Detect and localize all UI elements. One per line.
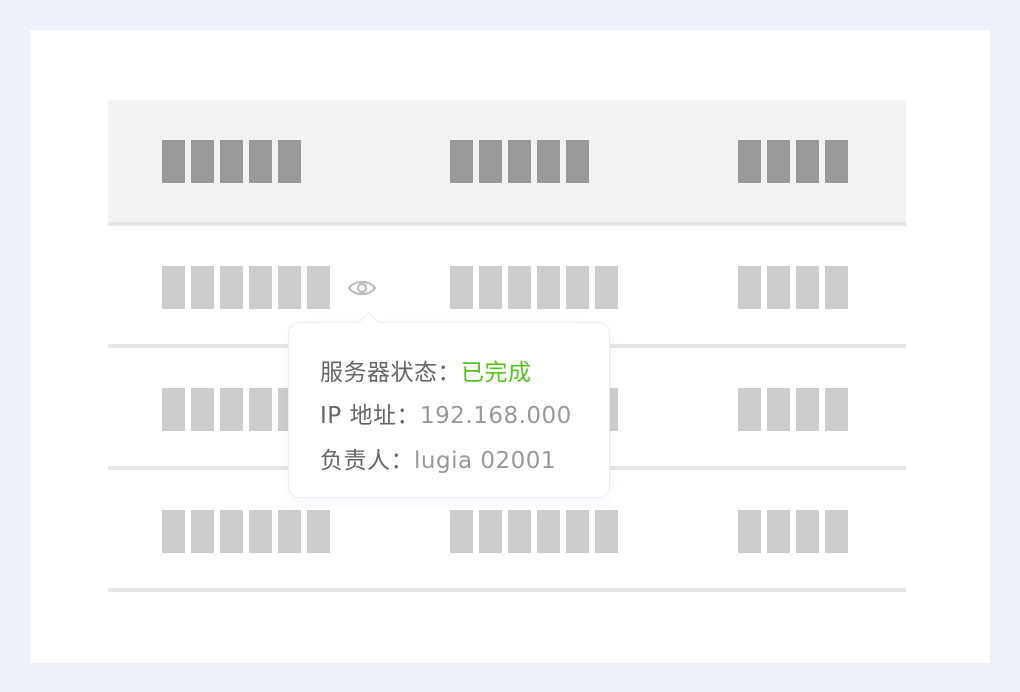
text-placeholder-block [162, 266, 185, 309]
text-placeholder-block [508, 140, 531, 183]
text-placeholder-block [738, 140, 761, 183]
text-placeholder-block [595, 266, 618, 309]
text-placeholder-block [191, 388, 214, 431]
table-header [108, 100, 906, 226]
text-placeholder-block [566, 140, 589, 183]
ip-label: IP 地址： [320, 403, 420, 429]
row-cell-3 [738, 266, 848, 309]
header-cell-3 [738, 140, 848, 183]
header-cell-2 [450, 140, 589, 183]
text-placeholder-block [767, 510, 790, 553]
text-placeholder-block [796, 510, 819, 553]
text-placeholder-block [738, 388, 761, 431]
eye-icon[interactable] [347, 278, 377, 298]
text-placeholder-block [767, 388, 790, 431]
owner-label: 负责人： [320, 448, 414, 474]
text-placeholder-block [307, 510, 330, 553]
text-placeholder-block [249, 388, 272, 431]
row-cell-1 [162, 266, 330, 309]
row-cell-1 [162, 510, 330, 553]
text-placeholder-block [508, 266, 531, 309]
text-placeholder-block [278, 266, 301, 309]
text-placeholder-block [450, 140, 473, 183]
owner-value: lugia 02001 [414, 448, 557, 474]
text-placeholder-block [220, 266, 243, 309]
ip-line: IP 地址：192.168.000 [320, 396, 572, 430]
row-cell-3 [738, 388, 848, 431]
text-placeholder-block [767, 140, 790, 183]
owner-line: 负责人：lugia 02001 [320, 441, 556, 475]
text-placeholder-block [191, 266, 214, 309]
text-placeholder-block [479, 266, 502, 309]
status-value: 已完成 [461, 360, 532, 386]
text-placeholder-block [162, 510, 185, 553]
text-placeholder-block [278, 140, 301, 183]
text-placeholder-block [825, 388, 848, 431]
text-placeholder-block [220, 510, 243, 553]
text-placeholder-block [825, 266, 848, 309]
text-placeholder-block [537, 266, 560, 309]
text-placeholder-block [796, 266, 819, 309]
text-placeholder-block [738, 266, 761, 309]
text-placeholder-block [249, 266, 272, 309]
text-placeholder-block [566, 510, 589, 553]
text-placeholder-block [220, 388, 243, 431]
status-label: 服务器状态： [320, 360, 461, 386]
text-placeholder-block [479, 510, 502, 553]
row-cell-2 [450, 266, 618, 309]
text-placeholder-block [825, 510, 848, 553]
text-placeholder-block [796, 388, 819, 431]
text-placeholder-block [450, 266, 473, 309]
text-placeholder-block [278, 510, 301, 553]
text-placeholder-block [249, 510, 272, 553]
text-placeholder-block [738, 510, 761, 553]
text-placeholder-block [566, 266, 589, 309]
text-placeholder-block [220, 140, 243, 183]
row-cell-2 [450, 510, 618, 553]
status-line: 服务器状态：已完成 [320, 353, 532, 387]
text-placeholder-block [162, 140, 185, 183]
text-placeholder-block [307, 266, 330, 309]
ip-value: 192.168.000 [419, 403, 572, 429]
text-placeholder-block [537, 140, 560, 183]
text-placeholder-block [249, 140, 272, 183]
row-cell-3 [738, 510, 848, 553]
text-placeholder-block [191, 510, 214, 553]
text-placeholder-block [796, 140, 819, 183]
text-placeholder-block [825, 140, 848, 183]
text-placeholder-block [450, 510, 473, 553]
header-cell-1 [162, 140, 301, 183]
text-placeholder-block [537, 510, 560, 553]
text-placeholder-block [191, 140, 214, 183]
server-info-popover: 服务器状态：已完成 IP 地址：192.168.000 负责人：lugia 02… [288, 311, 610, 498]
text-placeholder-block [767, 266, 790, 309]
text-placeholder-block [479, 140, 502, 183]
text-placeholder-block [508, 510, 531, 553]
text-placeholder-block [595, 510, 618, 553]
text-placeholder-block [162, 388, 185, 431]
